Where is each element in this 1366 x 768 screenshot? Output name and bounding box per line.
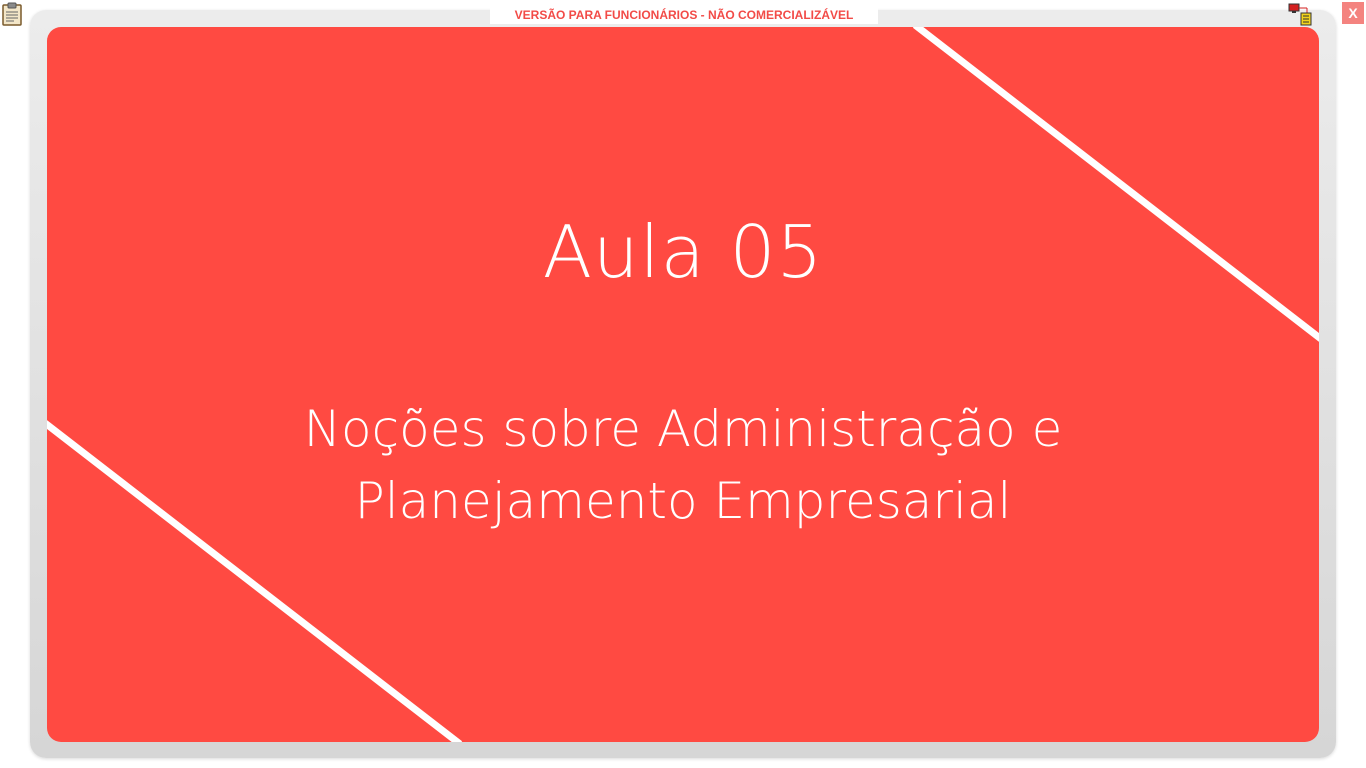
slide-subtitle-line-1: Noções sobre Administração e <box>303 400 1063 458</box>
slide-subtitle-line-2: Planejamento Empresarial <box>354 472 1012 530</box>
clipboard-icon[interactable] <box>1 2 23 26</box>
slide-canvas: Aula 05 Noções sobre Administração e Pla… <box>47 27 1319 742</box>
presentation-viewer: VERSÃO PARA FUNCIONÁRIOS - NÃO COMERCIAL… <box>0 0 1366 768</box>
decorative-stripes <box>47 27 1319 742</box>
slide-subtitle: Noções sobre Administração e Planejament… <box>47 393 1319 537</box>
employee-version-banner: VERSÃO PARA FUNCIONÁRIOS - NÃO COMERCIAL… <box>490 6 878 24</box>
slide-title: Aula 05 <box>542 210 824 294</box>
close-button[interactable]: X <box>1342 2 1364 24</box>
network-status-icon[interactable] <box>1287 2 1313 26</box>
